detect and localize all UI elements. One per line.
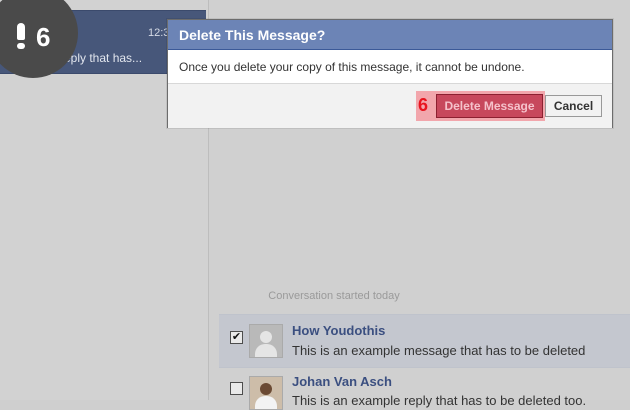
- dialog-title: Delete This Message?: [179, 27, 326, 43]
- message-row: Johan Van Asch This is an example reply …: [219, 367, 630, 410]
- message-sender[interactable]: How Youdothis: [292, 323, 385, 338]
- annotation-number: 6: [418, 95, 429, 115]
- cancel-button[interactable]: Cancel: [545, 95, 602, 117]
- delete-message-button[interactable]: Delete Message: [436, 94, 543, 118]
- avatar-head-shape: [260, 331, 272, 343]
- avatar-body-shape: [255, 344, 277, 357]
- message-text: This is an example message that has to b…: [292, 343, 586, 358]
- message-checkbox[interactable]: ✔: [230, 331, 243, 344]
- delete-message-dialog: Delete This Message? Once you delete you…: [167, 19, 613, 128]
- avatar: [249, 376, 283, 410]
- message-text: This is an example reply that has to be …: [292, 393, 587, 408]
- avatar-body-shape: [255, 396, 277, 409]
- avatar: [249, 324, 283, 358]
- dialog-message: Once you delete your copy of this messag…: [179, 60, 525, 74]
- message-sender[interactable]: Johan Van Asch: [292, 374, 392, 389]
- dialog-footer: 6 Delete Message Cancel: [168, 83, 612, 128]
- avatar-head-shape: [260, 383, 272, 395]
- message-row: ✔ How Youdothis This is an example messa…: [219, 314, 630, 368]
- message-checkbox[interactable]: [230, 382, 243, 395]
- conversation-started-label: Conversation started today: [268, 290, 400, 302]
- exclamation-icon: [16, 23, 26, 49]
- step-number: 6: [36, 22, 51, 52]
- dialog-header: Delete This Message?: [168, 20, 612, 50]
